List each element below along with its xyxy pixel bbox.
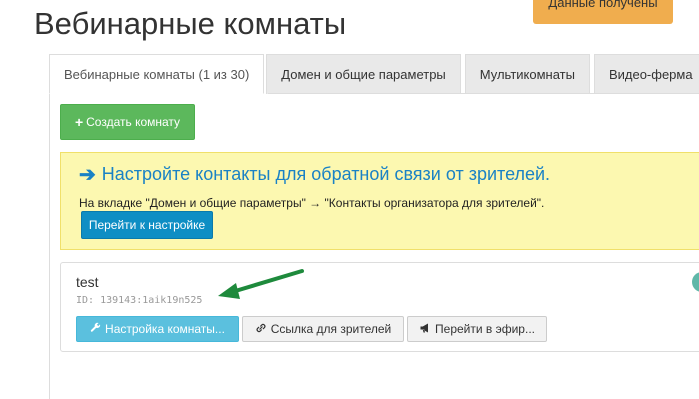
tab-bar: Вебинарные комнаты (1 из 30) Домен и общ… bbox=[49, 54, 699, 94]
create-room-label: Создать комнату bbox=[86, 115, 181, 129]
go-to-settings-button[interactable]: Перейти к настройке bbox=[81, 211, 213, 239]
room-settings-button[interactable]: Настройка комнаты... bbox=[76, 316, 239, 342]
viewer-link-label: Ссылка для зрителей bbox=[270, 322, 392, 336]
annotation-arrow bbox=[218, 269, 304, 299]
go-live-label: Перейти в эфир... bbox=[435, 322, 535, 336]
plus-icon: + bbox=[74, 114, 84, 130]
tab-domain-settings[interactable]: Домен и общие параметры bbox=[266, 54, 461, 94]
alert-text: На вкладке "Домен и общие параметры" → "… bbox=[79, 196, 545, 210]
link-icon bbox=[255, 322, 267, 337]
tab-webinar-rooms[interactable]: Вебинарные комнаты (1 из 30) bbox=[49, 54, 265, 94]
wrench-icon bbox=[90, 322, 101, 336]
go-live-button[interactable]: Перейти в эфир... bbox=[407, 316, 547, 342]
create-room-button[interactable]: + Создать комнату bbox=[60, 104, 195, 140]
status-toast: Данные получены bbox=[533, 0, 673, 24]
room-settings-label: Настройка комнаты... bbox=[105, 322, 225, 336]
tabs-divider bbox=[268, 93, 699, 94]
arrow-right-icon: ➔ bbox=[79, 164, 96, 186]
status-toast-text: Данные получены bbox=[548, 0, 658, 10]
alert-title: ➔ Настройте контакты для обратной связи … bbox=[79, 162, 550, 187]
alert-title-text: Настройте контакты для обратной связи от… bbox=[101, 164, 551, 184]
viewer-link-button[interactable]: Ссылка для зрителей bbox=[242, 316, 404, 342]
room-name: test bbox=[76, 274, 99, 290]
tab-video-farm[interactable]: Видео-ферма bbox=[593, 54, 699, 94]
tab-multirooms[interactable]: Мультикомнаты bbox=[464, 54, 590, 94]
room-id: ID: 139143:1aik19n525 bbox=[76, 295, 203, 306]
page-title: Вебинарные комнаты bbox=[34, 6, 347, 41]
megaphone-icon bbox=[419, 322, 431, 337]
